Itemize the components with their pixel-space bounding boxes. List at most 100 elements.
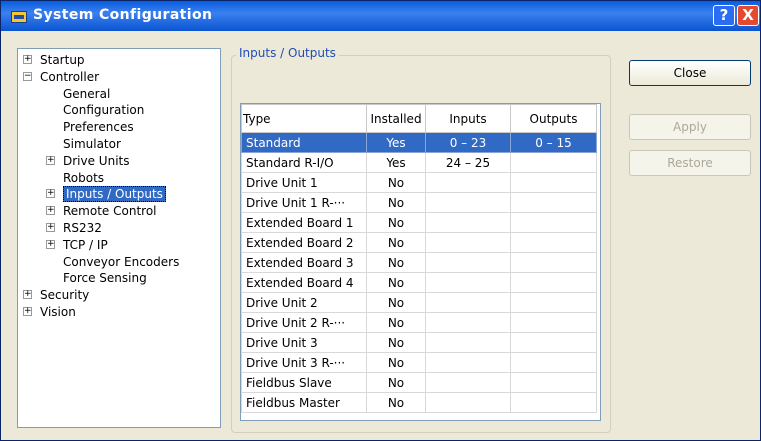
expand-icon[interactable]: +	[46, 189, 55, 199]
tree-item-label: Vision	[40, 305, 76, 319]
table-cell: Drive Unit 3	[241, 332, 367, 353]
tree-item[interactable]: Simulator	[63, 136, 121, 153]
column-installed[interactable]: Installed	[366, 104, 426, 133]
table-row[interactable]: Extended Board 3 No	[241, 252, 597, 273]
table-cell: 0 – 15	[510, 132, 597, 153]
tree-item[interactable]: + Startup	[23, 52, 85, 69]
table-cell	[510, 192, 597, 213]
table-row[interactable]: Drive Unit 3 No	[241, 332, 597, 353]
table-cell	[425, 272, 511, 293]
tree-item[interactable]: General	[63, 86, 110, 103]
table-cell: 0 – 23	[425, 132, 511, 153]
table-cell	[425, 232, 511, 253]
system-configuration-window: System Configuration ? X + Startup − Contro…	[0, 0, 761, 441]
table-row[interactable]: Standard Yes 0 – 23 0 – 15	[241, 132, 597, 153]
table-cell	[510, 232, 597, 253]
tree-item-label: Preferences	[63, 120, 134, 135]
table-row[interactable]: Drive Unit 2 R-··· No	[241, 312, 597, 333]
tree-item-label: Conveyor Encoders	[63, 254, 180, 269]
table-cell: No	[366, 272, 426, 293]
tree-item[interactable]: Configuration	[63, 102, 144, 119]
table-cell	[425, 352, 511, 373]
table-cell	[510, 312, 597, 333]
table-cell	[510, 372, 597, 393]
table-row[interactable]: Extended Board 4 No	[241, 272, 597, 293]
table-cell: Standard	[241, 132, 367, 153]
restore-button[interactable]: Restore	[629, 150, 751, 176]
table-cell: No	[366, 332, 426, 353]
table-cell	[510, 352, 597, 373]
close-window-button[interactable]: X	[737, 5, 759, 26]
tree-item[interactable]: + RS232	[46, 220, 102, 237]
table-row[interactable]: Fieldbus Slave No	[241, 372, 597, 393]
tree-item[interactable]: − Controller	[23, 69, 99, 86]
tree-item[interactable]: Conveyor Encoders	[63, 254, 179, 271]
tree-item-label: Force Sensing	[63, 271, 147, 286]
apply-button[interactable]: Apply	[629, 114, 751, 140]
table-cell: Extended Board 2	[241, 232, 367, 253]
table-cell: No	[366, 392, 426, 413]
table-row[interactable]: Drive Unit 3 R-··· No	[241, 352, 597, 373]
table-cell: Drive Unit 1	[241, 172, 367, 193]
table-cell: Drive Unit 1 R-···	[241, 192, 367, 213]
table-row[interactable]: Extended Board 2 No	[241, 232, 597, 253]
tree-item-label: TCP / IP	[63, 237, 108, 252]
tree-item[interactable]: + Vision	[23, 304, 76, 321]
table-cell	[510, 172, 597, 193]
table-row[interactable]: Drive Unit 2 No	[241, 292, 597, 313]
tree-item-label: General	[63, 86, 111, 101]
table-cell	[510, 252, 597, 273]
table-cell: No	[366, 352, 426, 373]
table-row[interactable]: Fieldbus Master No	[241, 392, 597, 413]
expand-icon[interactable]: +	[46, 239, 55, 249]
table-cell	[510, 272, 597, 293]
tree-item[interactable]: + Inputs / Outputs	[46, 186, 166, 203]
table-cell: Fieldbus Master	[241, 392, 367, 413]
tree-item[interactable]: + TCP / IP	[46, 237, 108, 254]
column-inputs[interactable]: Inputs	[425, 104, 511, 133]
window-title: System Configuration	[33, 7, 213, 23]
table-cell: 24 – 25	[425, 152, 511, 173]
table-cell	[510, 392, 597, 413]
tree-item[interactable]: Force Sensing	[63, 270, 147, 287]
collapse-icon[interactable]: −	[23, 71, 32, 81]
group-title: Inputs / Outputs	[236, 46, 339, 60]
tree-item-label: Robots	[63, 170, 105, 185]
table-cell: Extended Board 3	[241, 252, 367, 273]
column-outputs[interactable]: Outputs	[510, 104, 597, 133]
tree-item[interactable]: + Drive Units	[46, 153, 130, 170]
tree-item[interactable]: Robots	[63, 170, 104, 187]
io-table: Type Installed Inputs Outputs Standard Ye…	[241, 104, 597, 413]
table-row[interactable]: Drive Unit 1 R-··· No	[241, 192, 597, 213]
expand-icon[interactable]: +	[46, 223, 55, 232]
table-cell: No	[366, 192, 426, 213]
configuration-tree[interactable]: + Startup − Controller General Configuration P…	[17, 48, 221, 428]
table-cell: Drive Unit 2 R-···	[241, 312, 367, 333]
table-cell: No	[366, 312, 426, 333]
tree-item-label: Simulator	[63, 137, 121, 151]
expand-icon[interactable]: +	[46, 155, 55, 165]
table-cell	[425, 192, 511, 213]
table-row[interactable]: Standard R-I/O Yes 24 – 25	[241, 152, 597, 173]
expand-icon[interactable]: +	[23, 55, 32, 64]
tree-item[interactable]: Preferences	[63, 119, 134, 136]
table-cell: Yes	[366, 132, 426, 153]
close-button[interactable]: Close	[629, 60, 751, 86]
table-cell: No	[366, 172, 426, 193]
tree-item[interactable]: + Security	[23, 287, 89, 304]
io-grid[interactable]: Type Installed Inputs Outputs Standard Ye…	[240, 103, 601, 421]
tree-item[interactable]: + Remote Control	[46, 203, 157, 220]
table-row[interactable]: Extended Board 1 No	[241, 212, 597, 233]
tree-item-label: Remote Control	[63, 204, 157, 219]
table-cell: No	[366, 372, 426, 393]
table-cell: Standard R-I/O	[241, 152, 367, 173]
table-cell	[510, 152, 597, 173]
table-cell: Drive Unit 3 R-···	[241, 352, 367, 373]
expand-icon[interactable]: +	[46, 206, 55, 216]
table-row[interactable]: Drive Unit 1 No	[241, 172, 597, 193]
help-button[interactable]: ?	[713, 5, 735, 26]
column-type[interactable]: Type	[241, 104, 367, 133]
table-cell	[425, 292, 511, 313]
expand-icon[interactable]: +	[23, 290, 32, 300]
expand-icon[interactable]: +	[23, 307, 32, 316]
